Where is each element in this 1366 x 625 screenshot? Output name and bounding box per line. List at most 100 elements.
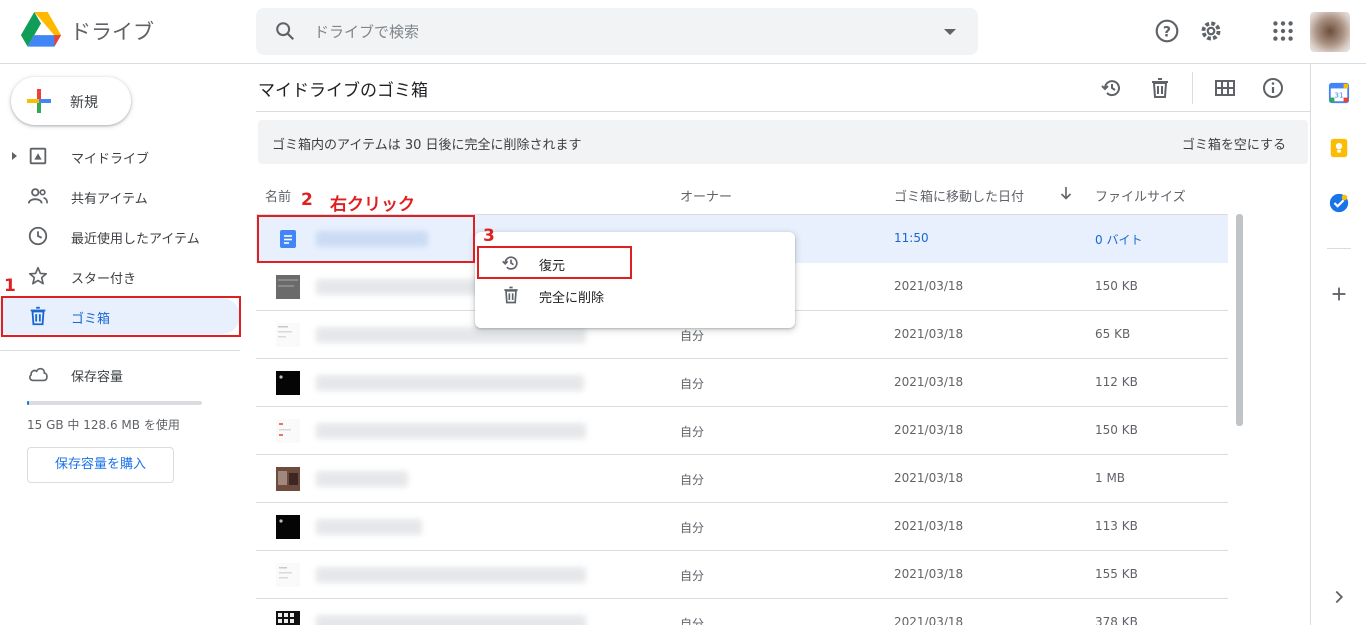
image-thumbnail — [276, 611, 300, 625]
toolbar-separator — [1192, 72, 1193, 104]
grid-view-icon[interactable] — [1213, 76, 1237, 100]
row-size: 378 KB — [1095, 615, 1138, 625]
chevron-right-icon[interactable] — [1328, 586, 1350, 608]
menu-item-label: 完全に削除 — [539, 291, 605, 306]
annotation-highlight-restore — [477, 246, 632, 279]
sidebar-item-label: マイドライブ — [71, 152, 150, 167]
sidebar-item-shared[interactable]: 共有アイテム — [0, 178, 240, 214]
row-owner: 自分 — [680, 425, 705, 439]
clock-icon — [28, 226, 48, 246]
file-name-blurred — [316, 375, 584, 391]
search-icon[interactable] — [274, 20, 296, 42]
storage-usage-fill — [27, 401, 29, 405]
new-button-label: 新規 — [70, 95, 98, 111]
annotation-step-1: 1 — [4, 276, 16, 296]
expand-arrow-icon[interactable] — [12, 152, 17, 160]
sidebar-divider — [0, 350, 240, 351]
sort-arrow-down-icon[interactable] — [1058, 185, 1074, 201]
empty-trash-button[interactable]: ゴミ箱を空にする — [1182, 134, 1286, 153]
my-drive-icon — [29, 147, 47, 165]
image-thumbnail — [276, 419, 300, 443]
file-name-blurred — [316, 615, 586, 625]
image-thumbnail — [276, 467, 300, 491]
row-owner: 自分 — [680, 617, 705, 625]
search-bar[interactable] — [256, 8, 978, 55]
row-owner: 自分 — [680, 521, 705, 535]
row-owner: 自分 — [680, 377, 705, 391]
trash-info-banner: ゴミ箱内のアイテムは 30 日後に完全に削除されます ゴミ箱を空にする — [258, 120, 1308, 164]
row-date: 2021/03/18 — [894, 567, 964, 581]
table-row[interactable]: 自分 2021/03/18 1 MB — [256, 455, 1228, 503]
info-icon[interactable] — [1261, 76, 1285, 100]
image-thumbnail — [276, 275, 300, 299]
drive-logo-icon[interactable] — [20, 12, 62, 48]
column-header-date[interactable]: ゴミ箱に移動した日付 — [894, 186, 1024, 205]
search-input[interactable] — [314, 20, 914, 44]
restore-history-icon[interactable] — [1100, 76, 1124, 100]
trash-info-message: ゴミ箱内のアイテムは 30 日後に完全に削除されます — [272, 138, 582, 153]
table-row[interactable]: 自分 2021/03/18 113 KB — [256, 503, 1228, 551]
tasks-icon[interactable] — [1328, 192, 1350, 214]
annotation-step-2-text: 右クリック — [330, 195, 415, 215]
row-owner: 自分 — [680, 329, 705, 343]
side-panel-divider — [1327, 248, 1351, 249]
star-icon — [28, 266, 48, 285]
page-title: マイドライブのゴミ箱 — [258, 81, 428, 101]
row-size: 1 MB — [1095, 471, 1126, 485]
menu-item-delete-forever[interactable]: 完全に削除 — [475, 279, 795, 311]
search-options-icon[interactable] — [944, 29, 956, 35]
image-thumbnail — [276, 323, 300, 347]
column-header-name[interactable]: 名前 — [265, 186, 291, 205]
table-row[interactable]: 自分 2021/03/18 155 KB — [256, 551, 1228, 599]
app-title[interactable]: ドライブ — [70, 16, 154, 46]
row-size: 113 KB — [1095, 519, 1138, 533]
row-owner: 自分 — [680, 473, 705, 487]
row-size: 112 KB — [1095, 375, 1138, 389]
apps-grid-icon[interactable] — [1270, 18, 1296, 44]
row-date: 2021/03/18 — [894, 279, 964, 293]
add-addon-icon[interactable] — [1328, 283, 1350, 305]
row-date: 2021/03/18 — [894, 615, 964, 625]
row-size: 150 KB — [1095, 423, 1138, 437]
file-name-blurred — [316, 519, 422, 535]
table-row[interactable]: 自分 2021/03/18 150 KB — [256, 407, 1228, 455]
table-row[interactable]: 自分 2021/03/18 378 KB — [256, 599, 1228, 625]
column-header-size[interactable]: ファイルサイズ — [1095, 186, 1186, 205]
row-date: 2021/03/18 — [894, 375, 964, 389]
table-row[interactable]: 自分 2021/03/18 112 KB — [256, 359, 1228, 407]
row-date: 2021/03/18 — [894, 423, 964, 437]
image-thumbnail — [276, 563, 300, 587]
row-size: 150 KB — [1095, 279, 1138, 293]
annotation-highlight-trash — [1, 296, 241, 337]
side-panel: 31 — [1310, 64, 1366, 625]
settings-gear-icon[interactable] — [1198, 18, 1224, 44]
storage-usage-text: 15 GB 中 128.6 MB を使用 — [27, 418, 180, 432]
shared-icon — [27, 188, 48, 204]
account-avatar[interactable] — [1310, 12, 1350, 52]
file-name-blurred — [316, 327, 586, 343]
image-thumbnail — [276, 515, 300, 539]
image-thumbnail — [276, 371, 300, 395]
row-date: 2021/03/18 — [894, 327, 964, 341]
calendar-icon[interactable]: 31 — [1328, 82, 1350, 104]
column-header-owner[interactable]: オーナー — [680, 186, 732, 205]
trash-icon — [504, 286, 518, 304]
sidebar-item-starred[interactable]: スター付き — [0, 258, 240, 294]
scrollbar[interactable] — [1236, 214, 1243, 426]
annotation-step-3: 3 — [483, 226, 495, 246]
row-size: 0 バイト — [1095, 233, 1143, 247]
sidebar-item-storage[interactable]: 保存容量 — [0, 356, 240, 392]
sidebar-item-label: 最近使用したアイテム — [71, 232, 200, 247]
sidebar-item-my-drive[interactable]: マイドライブ — [0, 138, 240, 174]
storage-usage-bar — [27, 401, 202, 405]
help-icon[interactable]: ? — [1154, 18, 1180, 44]
row-size: 65 KB — [1095, 327, 1131, 341]
file-name-blurred — [316, 423, 586, 439]
svg-text:31: 31 — [1334, 91, 1343, 100]
sidebar-item-recent[interactable]: 最近使用したアイテム — [0, 218, 240, 254]
row-owner: 自分 — [680, 569, 705, 583]
delete-forever-icon[interactable] — [1148, 76, 1172, 100]
new-button[interactable]: 新規 — [11, 77, 131, 125]
keep-icon[interactable] — [1328, 137, 1350, 159]
buy-storage-button[interactable]: 保存容量を購入 — [27, 447, 174, 483]
